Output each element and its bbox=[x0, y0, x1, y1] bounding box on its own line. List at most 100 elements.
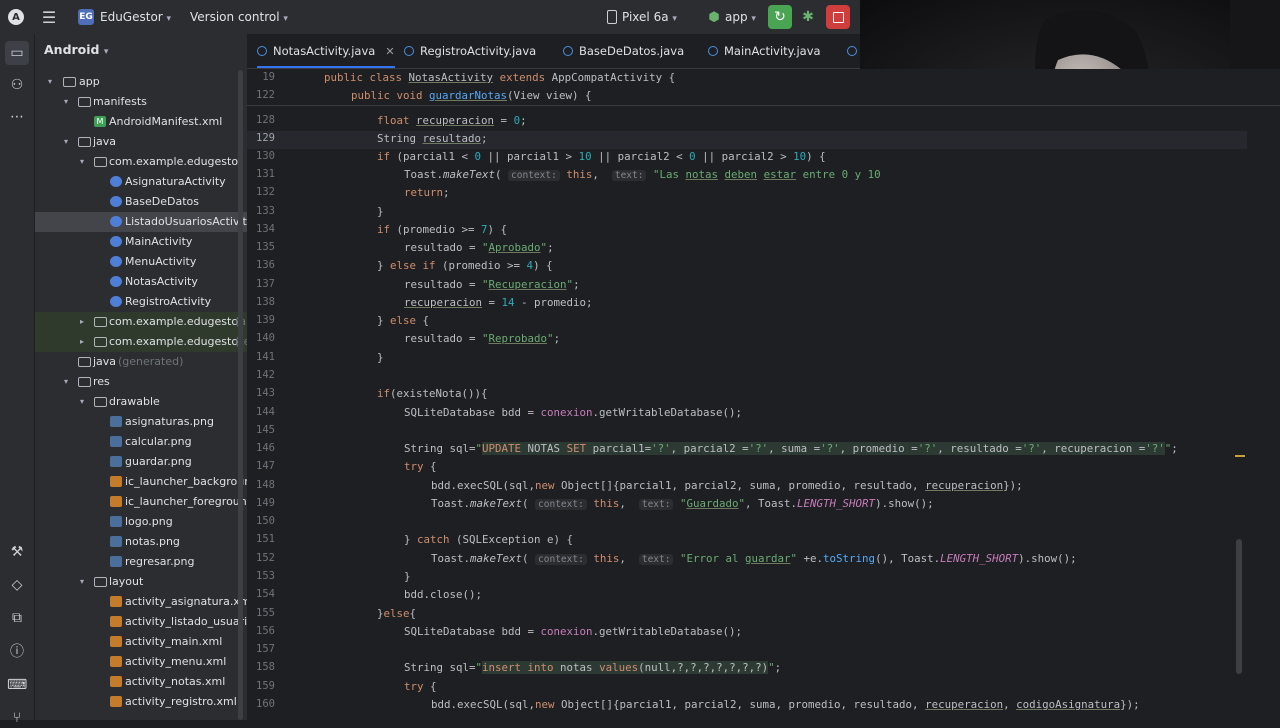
java-class-icon bbox=[110, 196, 122, 207]
line-number: 137 bbox=[256, 278, 275, 290]
warning-marker[interactable] bbox=[1235, 455, 1245, 457]
collapse-arrow-icon[interactable]: ▸ bbox=[77, 332, 87, 352]
expand-arrow-icon[interactable]: ▾ bbox=[45, 72, 55, 92]
tree-node-drawable[interactable]: ▾ drawable bbox=[35, 392, 247, 412]
tree-node-manifest-file[interactable]: M AndroidManifest.xml bbox=[35, 112, 247, 132]
terminal-icon[interactable]: ⌨ bbox=[7, 675, 27, 695]
tree-node-java-generated[interactable]: java (generated) bbox=[35, 352, 247, 372]
problems-icon[interactable]: ⓘ bbox=[7, 642, 27, 662]
run-config-selector[interactable]: app ▾ bbox=[725, 0, 756, 34]
package-icon bbox=[94, 337, 107, 347]
more-tools-icon[interactable]: ⋯ bbox=[7, 107, 27, 127]
tree-node-label: RegistroActivity bbox=[125, 295, 212, 308]
tree-node-layout-xml[interactable]: activity_menu.xml bbox=[35, 652, 247, 672]
expand-arrow-icon[interactable]: ▾ bbox=[77, 392, 87, 412]
tree-node-drawable-xml[interactable]: ic_launcher_foreground bbox=[35, 492, 247, 512]
close-tab-icon[interactable]: ✕ bbox=[385, 45, 394, 58]
tree-node-layout-xml[interactable]: activity_asignatura.xml bbox=[35, 592, 247, 612]
tree-node-class[interactable]: MenuActivity bbox=[35, 252, 247, 272]
image-file-icon bbox=[110, 536, 122, 547]
vcs-dropdown[interactable]: Version control ▾ bbox=[190, 0, 288, 34]
main-menu-icon[interactable]: ☰ bbox=[40, 8, 58, 27]
tree-node-label: activity_asignatura.xml bbox=[125, 595, 247, 608]
tree-node-label: MenuActivity bbox=[125, 255, 197, 268]
sticky-scroll-header: 19 public class NotasActivity extends Ap… bbox=[247, 69, 1280, 106]
device-selector[interactable]: Pixel 6a ▾ bbox=[622, 0, 677, 34]
code-line: } else if (promedio >= 4) { bbox=[377, 259, 553, 272]
tab-base-de-datos[interactable]: BaseDeDatos.java bbox=[563, 34, 684, 68]
tree-node-package-test[interactable]: ▸com.example.edugestor(te bbox=[35, 332, 247, 352]
tree-node-package[interactable]: ▾ com.example.edugestor bbox=[35, 152, 247, 172]
expand-arrow-icon[interactable]: ▾ bbox=[77, 152, 87, 172]
tree-node-image[interactable]: notas.png bbox=[35, 532, 247, 552]
tree-node-drawable-xml[interactable]: ic_launcher_background bbox=[35, 472, 247, 492]
tree-node-res[interactable]: ▾ res bbox=[35, 372, 247, 392]
tree-node-layout-xml[interactable]: activity_listado_usuarios bbox=[35, 612, 247, 632]
debug-bug-icon[interactable]: ✱ bbox=[800, 9, 816, 25]
tree-node-image[interactable]: guardar.png bbox=[35, 452, 247, 472]
tree-node-label: drawable bbox=[109, 395, 160, 408]
tree-node-image[interactable]: calcular.png bbox=[35, 432, 247, 452]
main-toolbar: A ☰ EG EduGestor ▾ Version control ▾ Pix… bbox=[0, 0, 860, 34]
tree-node-label: regresar.png bbox=[125, 555, 195, 568]
collapse-arrow-icon[interactable]: ▸ bbox=[77, 312, 87, 332]
tree-node-label: calcular.png bbox=[125, 435, 192, 448]
tree-node-app[interactable]: ▾ app bbox=[35, 72, 247, 92]
tree-node-layout-xml[interactable]: activity_notas.xml bbox=[35, 672, 247, 692]
gem-icon[interactable]: ◇ bbox=[7, 575, 27, 595]
project-badge[interactable]: EG bbox=[78, 9, 94, 25]
module-folder-icon bbox=[63, 77, 76, 87]
tree-node-class[interactable]: BaseDeDatos bbox=[35, 192, 247, 212]
line-number: 138 bbox=[256, 296, 275, 308]
tree-node-class[interactable]: RegistroActivity bbox=[35, 292, 247, 312]
stop-button[interactable] bbox=[826, 5, 850, 29]
tree-node-label: java bbox=[93, 135, 117, 148]
tree-node-layout-xml[interactable]: activity_main.xml bbox=[35, 632, 247, 652]
tree-node-label: activity_listado_usuarios bbox=[125, 615, 247, 628]
image-file-icon bbox=[110, 456, 122, 467]
tree-node-label: manifests bbox=[93, 95, 147, 108]
editor-scrollbar[interactable] bbox=[1236, 539, 1242, 674]
line-number: 131 bbox=[256, 168, 275, 180]
code-editor[interactable]: 19 public class NotasActivity extends Ap… bbox=[247, 69, 1280, 720]
tree-node-label: guardar.png bbox=[125, 455, 192, 468]
tree-node-class[interactable]: AsignaturaActivity bbox=[35, 172, 247, 192]
chevron-down-icon: ▾ bbox=[283, 14, 288, 24]
tree-node-layout-xml[interactable]: activity_registro.xml bbox=[35, 692, 247, 712]
tree-node-label: activity_main.xml bbox=[125, 635, 223, 648]
layout-file-icon bbox=[110, 636, 122, 647]
expand-arrow-icon[interactable]: ▾ bbox=[77, 572, 87, 592]
code-line: String sql="insert into notas values(nul… bbox=[404, 661, 782, 674]
tab-main-activity[interactable]: MainActivity.java bbox=[708, 34, 821, 68]
line-number: 139 bbox=[256, 314, 275, 326]
build-hammer-icon[interactable]: ⚒ bbox=[7, 542, 27, 562]
expand-arrow-icon[interactable]: ▾ bbox=[61, 92, 71, 112]
tab-registro-activity[interactable]: RegistroActivity.java bbox=[404, 34, 536, 68]
java-class-icon bbox=[110, 296, 122, 307]
tree-node-class[interactable]: ListadoUsuariosActivity bbox=[35, 212, 247, 232]
tree-node-image[interactable]: asignaturas.png bbox=[35, 412, 247, 432]
tab-notas-activity[interactable]: NotasActivity.java ✕ bbox=[257, 34, 395, 68]
version-control-icon[interactable]: ⑂ bbox=[7, 708, 27, 728]
tab-label: RegistroActivity.java bbox=[420, 44, 537, 58]
tree-node-manifests[interactable]: ▾ manifests bbox=[35, 92, 247, 112]
project-panel-scrollbar[interactable] bbox=[238, 70, 243, 720]
project-name-dropdown[interactable]: EduGestor ▾ bbox=[100, 0, 171, 34]
project-folder-icon[interactable]: ▭ bbox=[5, 41, 29, 65]
device-manager-icon[interactable]: ⧉ bbox=[7, 608, 27, 628]
tree-node-image[interactable]: logo.png bbox=[35, 512, 247, 532]
tree-node-package-android-test[interactable]: ▸com.example.edugestor(a bbox=[35, 312, 247, 332]
tree-node-label: asignaturas.png bbox=[125, 415, 214, 428]
tree-node-image[interactable]: regresar.png bbox=[35, 552, 247, 572]
tree-node-layout[interactable]: ▾ layout bbox=[35, 572, 247, 592]
resource-manager-icon[interactable]: ⚇ bbox=[7, 75, 27, 95]
rerun-button[interactable]: ↻ bbox=[768, 5, 792, 29]
android-studio-logo-icon[interactable]: A bbox=[8, 9, 24, 25]
expand-arrow-icon[interactable]: ▾ bbox=[61, 372, 71, 392]
project-view-selector[interactable]: Android ▾ bbox=[44, 42, 108, 57]
tree-node-java[interactable]: ▾ java bbox=[35, 132, 247, 152]
expand-arrow-icon[interactable]: ▾ bbox=[61, 132, 71, 152]
tab-more[interactable] bbox=[847, 34, 860, 68]
tree-node-class[interactable]: NotasActivity bbox=[35, 272, 247, 292]
tree-node-class[interactable]: MainActivity bbox=[35, 232, 247, 252]
